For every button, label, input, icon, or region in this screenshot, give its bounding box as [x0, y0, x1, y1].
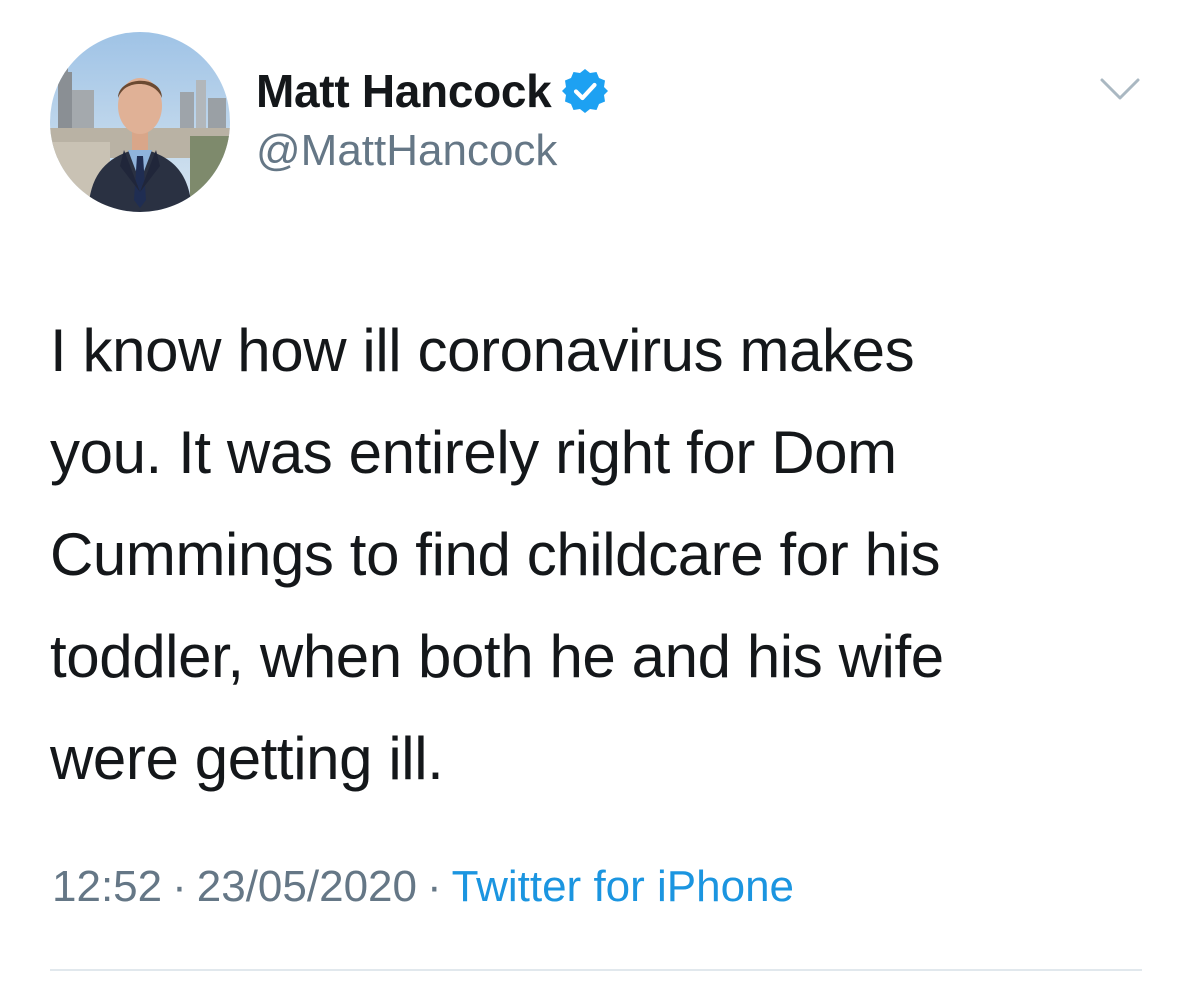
tweet-text-line: were getting ill. [50, 725, 444, 792]
divider [50, 969, 1142, 971]
tweet-text-line: toddler, when both he and his wife [50, 623, 944, 690]
meta-separator: · [426, 862, 442, 911]
tweet-text-line: you. It was entirely right for Dom [50, 419, 897, 486]
avatar[interactable] [50, 32, 230, 212]
display-name-row[interactable]: Matt Hancock [256, 60, 609, 122]
tweet-time[interactable]: 12:52 [52, 862, 162, 911]
meta-separator: · [172, 862, 187, 911]
tweet-text-line: I know how ill coronavirus makes [50, 317, 915, 384]
tweet-source-link[interactable]: Twitter for iPhone [452, 862, 794, 911]
user-handle[interactable]: @MattHancock [256, 126, 557, 176]
tweet-date[interactable]: 23/05/2020 [197, 862, 417, 911]
profile-photo [50, 32, 230, 212]
verified-badge-icon [562, 69, 609, 113]
display-name[interactable]: Matt Hancock [256, 64, 552, 118]
chevron-down-icon[interactable] [1098, 72, 1142, 108]
tweet-meta: 12:52 · 23/05/2020 · Twitter for iPhone [52, 862, 794, 912]
tweet-text-line: Cummings to find childcare for his [50, 521, 941, 588]
tweet-text: I know how ill coronavirus makes you. It… [50, 300, 1160, 810]
